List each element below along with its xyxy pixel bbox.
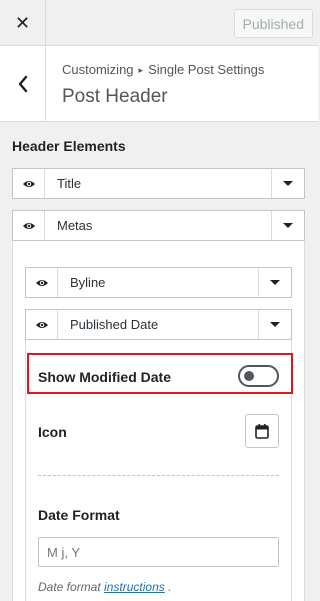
close-icon: ✕ (14, 12, 31, 33)
expand-byline-button[interactable] (258, 268, 291, 297)
chevron-left-icon (18, 75, 27, 92)
publish-button[interactable]: Published (233, 9, 313, 38)
show-modified-date-toggle[interactable] (238, 365, 279, 387)
caret-down-icon (283, 223, 293, 228)
icon-label: Icon (38, 424, 67, 440)
header-element-metas: Metas (12, 210, 305, 241)
visibility-toggle-published-date[interactable] (26, 310, 58, 339)
caret-down-icon (270, 280, 280, 285)
header-elements-label: Header Elements (12, 138, 126, 154)
eye-icon (22, 222, 35, 229)
header-element-label: Metas (57, 218, 93, 233)
caret-down-icon (270, 322, 280, 327)
close-customizer-button[interactable]: ✕ (0, 0, 46, 46)
header-element-title: Title (12, 168, 305, 199)
expand-title-button[interactable] (271, 169, 304, 198)
help-prefix: Date format (38, 580, 101, 594)
help-suffix: . (168, 580, 172, 594)
meta-item-published-date: Published Date (25, 309, 292, 340)
back-button[interactable] (0, 46, 46, 121)
customizer-topbar: ✕ Published (0, 0, 318, 46)
meta-item-label: Published Date (70, 317, 159, 332)
date-format-help: Date format instructions . (38, 580, 171, 594)
meta-item-byline: Byline (25, 267, 292, 298)
visibility-toggle-metas[interactable] (13, 211, 45, 240)
section-header: Customizing ▸ Single Post Settings Post He… (0, 46, 318, 122)
page-title: Post Header (62, 86, 168, 107)
eye-icon (22, 180, 35, 187)
eye-icon (35, 279, 48, 286)
calendar-icon (255, 424, 269, 439)
caret-down-icon (283, 181, 293, 186)
date-format-label: Date Format (38, 507, 120, 523)
eye-icon (35, 321, 48, 328)
expand-metas-button[interactable] (271, 211, 304, 240)
meta-item-label: Byline (70, 275, 106, 290)
options-divider (38, 475, 279, 476)
breadcrumb-page: Single Post Settings (148, 62, 265, 77)
breadcrumb: Customizing ▸ Single Post Settings (62, 62, 264, 77)
visibility-toggle-title[interactable] (13, 169, 45, 198)
header-element-label: Title (57, 176, 82, 191)
instructions-link[interactable]: instructions (104, 580, 165, 594)
expand-published-date-button[interactable] (258, 310, 291, 339)
breadcrumb-separator-icon: ▸ (138, 65, 144, 75)
date-format-input[interactable] (38, 537, 279, 567)
show-modified-date-label: Show Modified Date (38, 369, 171, 385)
breadcrumb-root: Customizing (62, 62, 134, 77)
toggle-knob (244, 371, 254, 381)
visibility-toggle-byline[interactable] (26, 268, 58, 297)
icon-picker-button[interactable] (245, 414, 279, 448)
publish-button-label: Published (242, 15, 305, 32)
